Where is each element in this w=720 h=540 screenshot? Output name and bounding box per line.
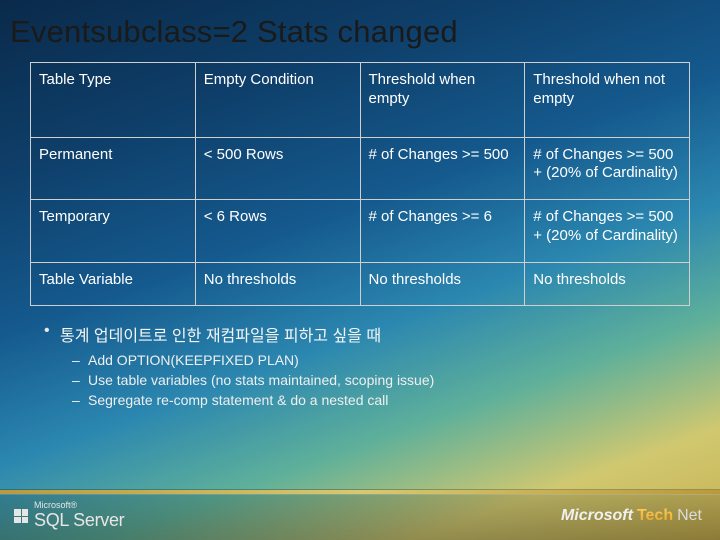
cell: # of Changes >= 500 + (20% of Cardinalit… [525, 137, 690, 200]
brand-right: Microsoft TechNet [561, 507, 702, 525]
stats-table: Table Type Empty Condition Threshold whe… [30, 62, 690, 306]
cell: Permanent [31, 137, 196, 200]
col-header: Threshold when not empty [525, 63, 690, 138]
cell: No thresholds [360, 262, 525, 306]
technet-net: Net [677, 507, 702, 525]
brand-left: Microsoft® SQL Server [14, 501, 124, 531]
bullet-sub: Use table variables (no stats maintained… [44, 372, 690, 388]
cell: # of Changes >= 6 [360, 200, 525, 263]
col-header: Threshold when empty [360, 63, 525, 138]
table-row: Table Variable No thresholds No threshol… [31, 262, 690, 306]
brand-small: Microsoft® [34, 501, 124, 510]
slide-footer: Microsoft® SQL Server Microsoft TechNet [0, 494, 720, 540]
brand-product: SQL Server [34, 510, 124, 531]
cell: Temporary [31, 200, 196, 263]
slide-title: Eventsubclass=2 Stats changed [0, 0, 720, 56]
slide: Eventsubclass=2 Stats changed Table Type… [0, 0, 720, 540]
technet-tech: Tech [637, 507, 673, 525]
bullet-sub: Segregate re-comp statement & do a neste… [44, 392, 690, 408]
table-row: Permanent < 500 Rows # of Changes >= 500… [31, 137, 690, 200]
bullet-sub: Add OPTION(KEEPFIXED PLAN) [44, 352, 690, 368]
technet-ms: Microsoft [561, 507, 633, 525]
cell: < 500 Rows [195, 137, 360, 200]
cell: # of Changes >= 500 [360, 137, 525, 200]
cell: No thresholds [525, 262, 690, 306]
bullet-list: 통계 업데이트로 인한 재컴파일을 피하고 싶을 때 Add OPTION(KE… [44, 322, 690, 408]
cell: No thresholds [195, 262, 360, 306]
col-header: Empty Condition [195, 63, 360, 138]
cell: < 6 Rows [195, 200, 360, 263]
cell: Table Variable [31, 262, 196, 306]
table-row: Temporary < 6 Rows # of Changes >= 6 # o… [31, 200, 690, 263]
brand-left-text: Microsoft® SQL Server [34, 501, 124, 531]
bullet-main: 통계 업데이트로 인한 재컴파일을 피하고 싶을 때 [44, 322, 690, 346]
cell: # of Changes >= 500 + (20% of Cardinalit… [525, 200, 690, 263]
table-header-row: Table Type Empty Condition Threshold whe… [31, 63, 690, 138]
microsoft-flag-icon [14, 509, 28, 523]
col-header: Table Type [31, 63, 196, 138]
